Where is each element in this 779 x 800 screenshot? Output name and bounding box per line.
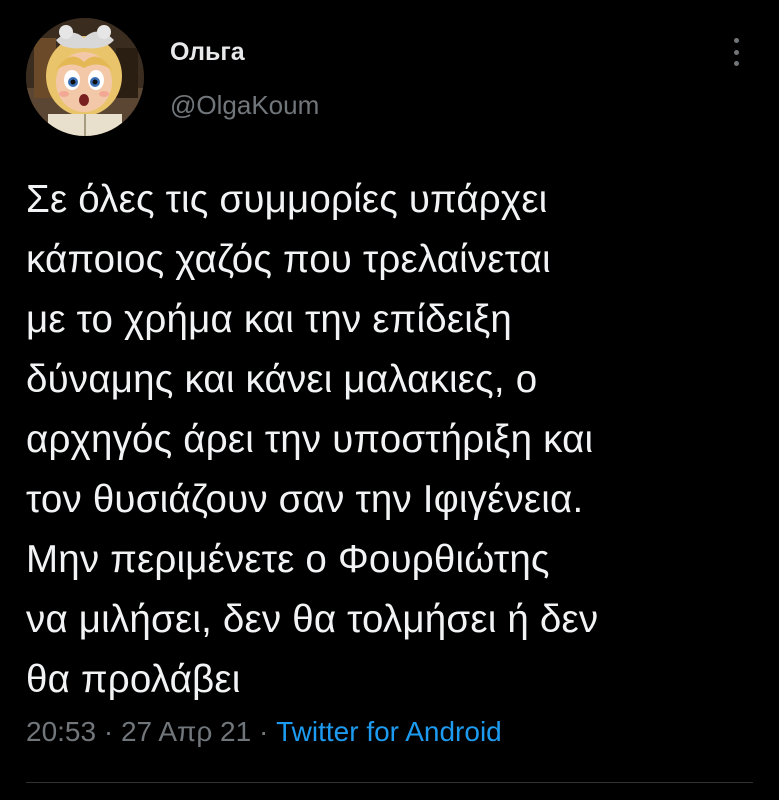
tweet-date[interactable]: 27 Απρ 21 (121, 716, 251, 747)
tweet-text-line: με το χρήμα και την επίδειξη (26, 298, 513, 341)
tweet-source-link[interactable]: Twitter for Android (276, 716, 502, 747)
divider (26, 782, 753, 783)
tweet-text: Σε όλες τις συμμορίες υπάρχει κάποιος χα… (26, 170, 766, 710)
tweet-detail: Ольга @OlgaKoum Σε όλες τις συμμορίες υπ… (0, 0, 779, 800)
tweet-text-line: Μην περιμένετε ο Φουρθιώτης (26, 538, 550, 581)
author-avatar[interactable] (26, 18, 144, 136)
tweet-metadata: 20:53 · 27 Απρ 21 · Twitter for Android (26, 716, 502, 748)
cartoon-girl-avatar-icon (26, 18, 144, 136)
tweet-text-line: Σε όλες τις συμμορίες υπάρχει (26, 178, 548, 221)
tweet-text-line: κάποιος χαζός που τρελαίνεται (26, 238, 551, 281)
meta-separator: · (96, 716, 121, 747)
tweet-text-line: τον θυσιάζουν σαν την Ιφιγένεια. (26, 478, 584, 521)
more-vertical-icon (733, 38, 739, 43)
author-handle[interactable]: @OlgaKoum (170, 90, 319, 121)
meta-separator: · (251, 716, 277, 747)
tweet-text-line: αρχηγός άρει την υποστήριξη και (26, 418, 594, 461)
more-options-button[interactable] (722, 36, 750, 68)
tweet-time[interactable]: 20:53 (26, 716, 96, 747)
tweet-text-line: δύναμης και κάνει μαλακιες, ο (26, 358, 538, 401)
tweet-text-line: θα προλάβει (26, 658, 241, 701)
author-display-name[interactable]: Ольга (170, 38, 245, 67)
tweet-text-line: να μιλήσει, δεν θα τολμήσει ή δεν (26, 598, 599, 641)
